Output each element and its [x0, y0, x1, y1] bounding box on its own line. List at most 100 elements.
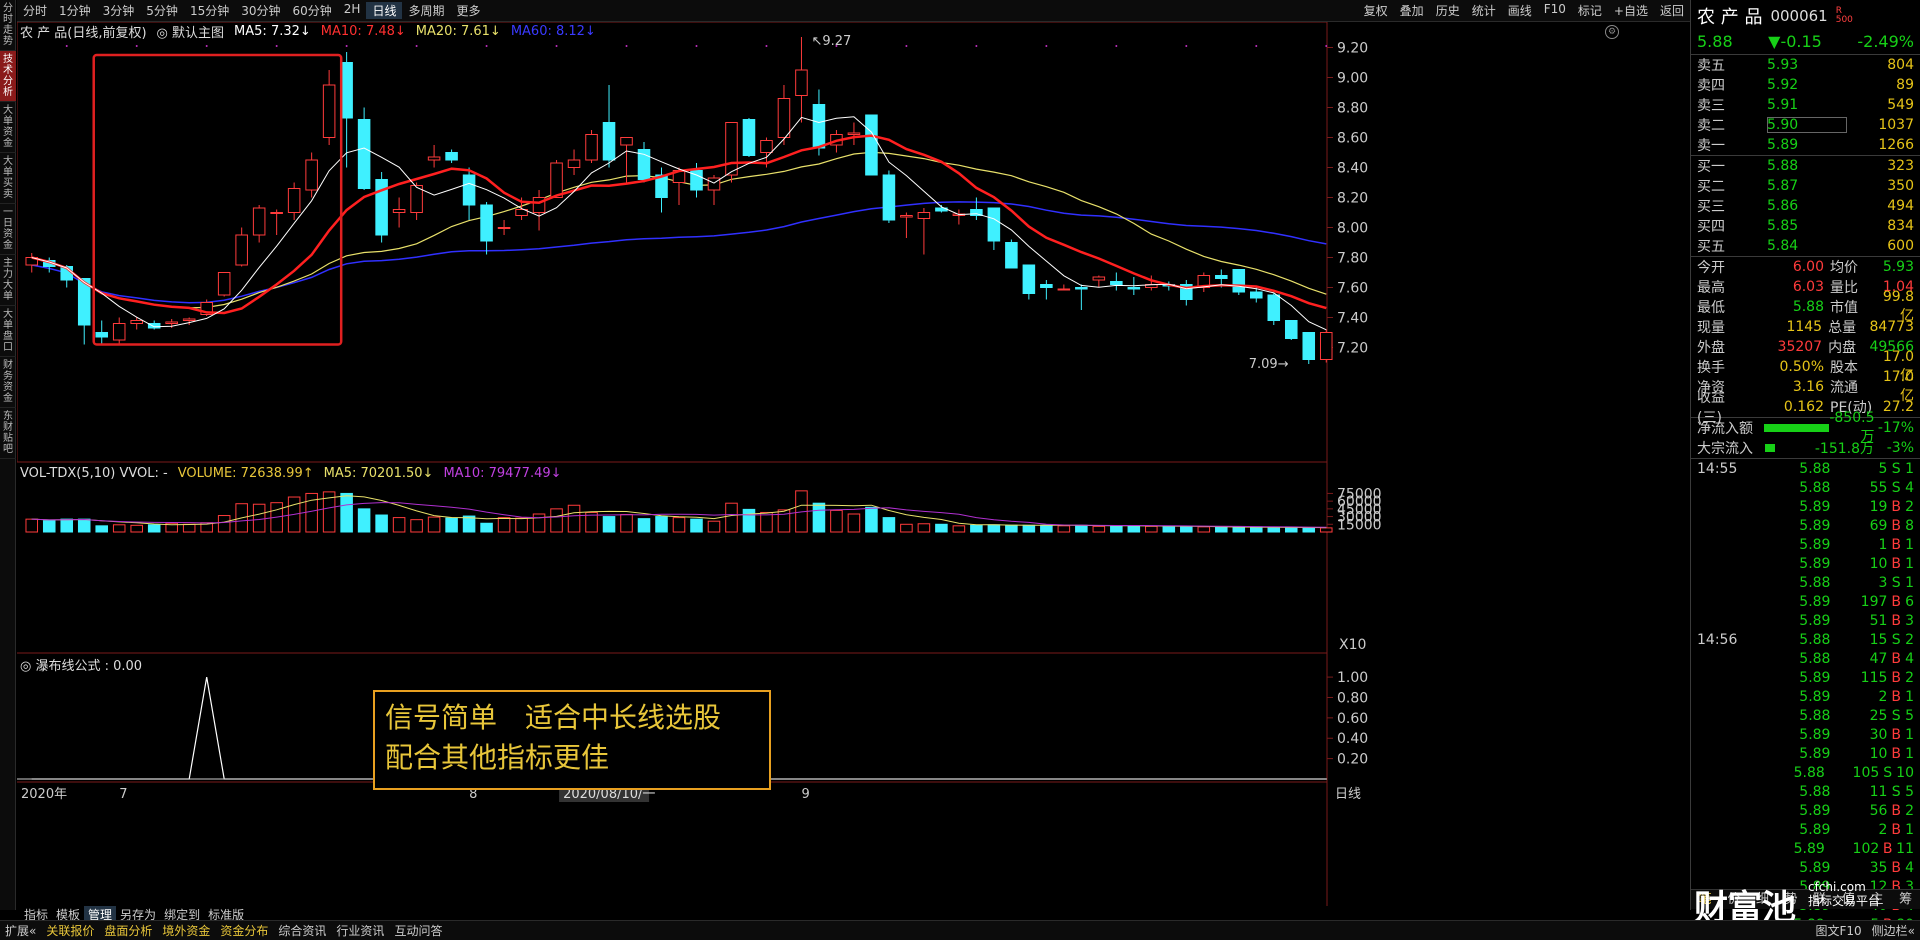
tick-side: B — [1882, 840, 1893, 857]
bottom-link-5[interactable]: 综合资讯 — [273, 922, 331, 939]
tick-side: B — [1891, 859, 1902, 876]
left-tab-5[interactable]: 主力 大单 — [0, 255, 16, 306]
buy-row[interactable]: 买一 5.88 323 — [1691, 156, 1920, 176]
indicator-tab-5[interactable]: 标准版 — [204, 906, 248, 922]
last-price: 5.88 — [1697, 32, 1733, 51]
tick-price: 5.89 — [1799, 517, 1831, 534]
high-annotation: ↖9.27 — [811, 34, 851, 49]
bottom-right-link-0[interactable]: 图文F10 — [1810, 922, 1866, 939]
period-buttons: 分时 1分钟 3分钟 5分钟 15分钟 30分钟 60分钟 2H 日线 多周期 更多 — [17, 2, 487, 19]
left-tab-3[interactable]: 大单 买卖 — [0, 153, 16, 204]
buy-row[interactable]: 买二 5.87 350 — [1691, 176, 1920, 196]
toolbar-button-0[interactable]: 复权 — [1358, 2, 1394, 19]
period-tab-9[interactable]: 多周期 — [402, 2, 450, 19]
buy-row[interactable]: 买五 5.84 600 — [1691, 236, 1920, 256]
volume-bar — [252, 503, 266, 533]
flow-amount: -151.8万 — [1814, 441, 1874, 457]
period-tab-8[interactable]: 日线 — [366, 2, 403, 19]
stock-quote: 5.88 ▼-0.15 -2.49% — [1691, 32, 1920, 54]
bottom-link-4[interactable]: 资金分布 — [215, 922, 273, 939]
candle-body — [445, 152, 458, 161]
candle-body — [865, 114, 878, 176]
toolbar-button-7[interactable]: +自选 — [1608, 2, 1654, 19]
period-tab-10[interactable]: 更多 — [450, 2, 486, 19]
sell-row[interactable]: 卖二 5.90 1037 — [1691, 115, 1920, 135]
buy-row[interactable]: 买四 5.85 834 — [1691, 216, 1920, 236]
bottom-right-link-1[interactable]: 侧边栏« — [1867, 922, 1920, 939]
tick-volume: 55 — [1869, 479, 1888, 496]
left-tab-6[interactable]: 大单 盘口 — [0, 306, 16, 357]
toolbar-button-4[interactable]: 画线 — [1502, 2, 1538, 19]
candle-body — [602, 122, 616, 161]
bottom-link-6[interactable]: 行业资讯 — [331, 922, 389, 939]
stat-value: 5.93 — [1882, 259, 1914, 275]
candle-body — [427, 156, 441, 161]
toolbar-button-5[interactable]: F10 — [1538, 2, 1572, 19]
period-tab-2[interactable]: 3分钟 — [97, 2, 141, 19]
left-tab-0[interactable]: 分时 走势 — [0, 0, 16, 51]
tick-count: 6 — [1905, 593, 1914, 610]
candle-body — [1232, 269, 1246, 293]
toolbar-button-1[interactable]: 叠加 — [1394, 2, 1430, 19]
period-tab-0[interactable]: 分时 — [17, 2, 53, 19]
quote-tab-7[interactable]: 筹 — [1891, 890, 1920, 909]
candle-body — [1250, 291, 1263, 299]
tick-side: S — [1891, 479, 1901, 496]
volume-bar — [952, 525, 966, 533]
top-dot-marker — [1045, 45, 1048, 47]
bottom-link-7[interactable]: 互动问答 — [389, 922, 447, 939]
toolbar-button-6[interactable]: 标记 — [1572, 2, 1608, 19]
volume-bar — [1302, 527, 1316, 533]
indicator-tab-0[interactable]: 指标 — [20, 906, 52, 922]
tick-side: B — [1891, 593, 1902, 610]
period-tab-4[interactable]: 15分钟 — [184, 2, 235, 19]
sell-row[interactable]: 卖五 5.93 804 — [1691, 55, 1920, 75]
volume-bar — [1319, 527, 1333, 533]
tick-row: 5.88 47 B 4 — [1691, 649, 1920, 668]
toolbar-button-3[interactable]: 统计 — [1466, 2, 1502, 19]
left-tab-2[interactable]: 大单 资金 — [0, 102, 16, 153]
tick-count: 2 — [1905, 631, 1914, 648]
period-tab-1[interactable]: 1分钟 — [53, 2, 97, 19]
tick-count: 1 — [1905, 726, 1914, 743]
tick-list[interactable]: 14:55 5.88 5 S 1 5.88 55 S 4 5.89 19 B 2 5.89 69 B 8 5.89… — [1691, 459, 1920, 934]
indicator-tab-4[interactable]: 绑定到 — [160, 906, 204, 922]
sell-row[interactable]: 卖四 5.92 89 — [1691, 75, 1920, 95]
tick-volume: 56 — [1869, 802, 1888, 819]
left-tab-4[interactable]: 一日 资金 — [0, 204, 16, 255]
volume-bar — [1145, 525, 1158, 533]
buy-row[interactable]: 买三 5.86 494 — [1691, 196, 1920, 216]
toolbar-button-2[interactable]: 历史 — [1430, 2, 1466, 19]
indicator-tab-1[interactable]: 模板 — [52, 906, 84, 922]
volume-bar — [637, 518, 651, 533]
sell-orderbook: 卖五 5.93 804 卖四 5.92 89 卖三 5.91 549 卖二 5.90 1037 卖一 5.… — [1691, 55, 1920, 155]
sub-indicator-name[interactable]: ◎ 瀑布线公式 : 0.00 — [20, 655, 142, 674]
sell-row[interactable]: 卖一 5.89 1266 — [1691, 135, 1920, 155]
stock-badge: R 500 — [1836, 7, 1853, 25]
sell-row[interactable]: 卖三 5.91 549 — [1691, 95, 1920, 115]
indicator-tab-3[interactable]: 另存为 — [116, 906, 160, 922]
period-tab-3[interactable]: 5分钟 — [140, 2, 184, 19]
period-tab-5[interactable]: 30分钟 — [235, 2, 286, 19]
tick-count: 1 — [1905, 555, 1914, 572]
bottom-link-3[interactable]: 境外资金 — [157, 922, 215, 939]
bottom-link-1[interactable]: 关联报价 — [41, 922, 99, 939]
watermark-subtitle: 指标交易平台 — [1808, 894, 1881, 908]
sell-level: 卖三 — [1697, 98, 1725, 114]
bottom-link-0[interactable]: 扩展« — [0, 922, 41, 939]
left-tab-7[interactable]: 财务 资金 — [0, 357, 16, 408]
left-tab-8[interactable]: 东财 贴吧 — [0, 408, 16, 459]
candle-body — [900, 215, 913, 218]
tick-time: 14:55 — [1697, 460, 1738, 477]
callout-line-1: 信号简单 适合中长线选股 — [385, 701, 722, 734]
bottom-link-2[interactable]: 盘面分析 — [99, 922, 157, 939]
volume-bar — [1057, 525, 1071, 533]
toolbar-button-8[interactable]: 返回 — [1654, 2, 1690, 19]
left-tab-1[interactable]: 技术 分析 — [0, 51, 16, 102]
bottom-right-links: 图文F10 侧边栏« — [1810, 922, 1920, 939]
tick-price: 5.88 — [1799, 707, 1831, 724]
indicator-tab-2[interactable]: 管理 — [84, 906, 117, 922]
volume-bar — [357, 508, 371, 533]
period-tab-6[interactable]: 60分钟 — [287, 2, 338, 19]
period-tab-7[interactable]: 2H — [338, 2, 367, 19]
